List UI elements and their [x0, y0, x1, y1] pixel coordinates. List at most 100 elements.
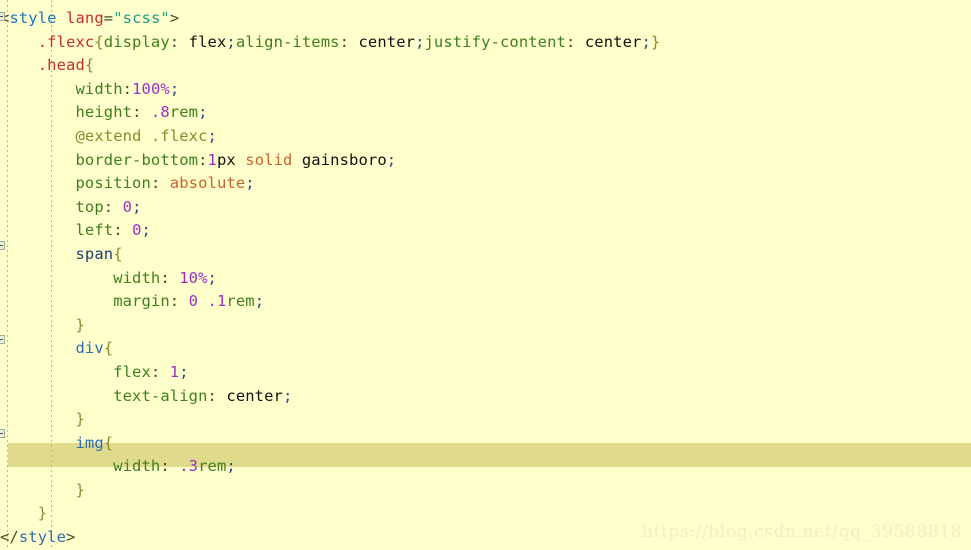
colon: :: [169, 292, 180, 311]
css-selector: .flexc: [37, 32, 95, 51]
brace-close: }: [75, 410, 85, 429]
code-line[interactable]: @extend .flexc;: [0, 125, 660, 149]
colon: :: [160, 457, 170, 476]
code-line[interactable]: flex: 1;: [0, 361, 660, 385]
css-property: justify-content: [424, 32, 566, 51]
element-selector: span: [75, 244, 114, 263]
code-text[interactable]: <style lang="scss"> .flexc{display: flex…: [0, 0, 660, 550]
semicolon: ;: [254, 292, 265, 311]
code-line[interactable]: margin: 0 .1rem;: [0, 290, 660, 314]
code-line[interactable]: }: [0, 502, 660, 526]
css-property: top: [75, 197, 104, 216]
semicolon: ;: [207, 126, 217, 145]
tag-name: style: [18, 528, 67, 547]
code-fold-marker[interactable]: [0, 335, 5, 344]
angle-bracket-close: >: [169, 9, 180, 27]
colon: :: [103, 197, 114, 216]
css-property: height: [75, 103, 133, 122]
unit: %: [198, 268, 208, 287]
numeric-value: 0: [122, 221, 142, 240]
colon: :: [150, 362, 161, 381]
colon: :: [132, 103, 142, 122]
semicolon: ;: [207, 268, 217, 287]
semicolon: ;: [245, 174, 255, 193]
equals-sign: =: [103, 9, 114, 27]
code-line[interactable]: top: 0;: [0, 196, 660, 220]
brace-close: }: [37, 504, 48, 523]
brace-open: {: [113, 244, 123, 263]
code-line[interactable]: left: 0;: [0, 219, 660, 243]
code-line[interactable]: width:100%;: [0, 78, 660, 102]
code-line[interactable]: img{: [0, 432, 660, 456]
code-editor[interactable]: <style lang="scss"> .flexc{display: flex…: [0, 0, 971, 547]
colon: :: [339, 32, 350, 51]
css-property: width: [113, 268, 161, 287]
css-value: center: [575, 32, 642, 51]
unit: rem: [169, 103, 199, 122]
colon: :: [198, 150, 208, 169]
angle-bracket-open: </: [0, 528, 19, 547]
code-line[interactable]: width: 10%;: [0, 267, 660, 291]
css-property: text-align: [113, 386, 208, 405]
code-fold-marker[interactable]: [0, 429, 5, 438]
code-fold-marker[interactable]: [0, 241, 5, 250]
code-line[interactable]: div{: [0, 337, 660, 361]
code-line[interactable]: }: [0, 408, 660, 432]
numeric-value: .1: [198, 292, 227, 311]
numeric-value: .8: [141, 103, 170, 122]
css-property: margin: [113, 292, 170, 311]
code-line[interactable]: width: .3rem;: [0, 455, 660, 479]
brace-close: }: [650, 32, 661, 51]
code-line[interactable]: span{: [0, 243, 660, 267]
code-line[interactable]: position: absolute;: [0, 172, 660, 196]
extend-selector: .flexc: [141, 126, 208, 145]
code-line[interactable]: <style lang="scss">: [0, 7, 660, 31]
brace-open: {: [84, 56, 95, 75]
css-selector: .head: [37, 56, 85, 75]
code-line[interactable]: height: .8rem;: [0, 101, 660, 125]
brace-open: {: [103, 339, 114, 358]
numeric-value: 1: [160, 362, 180, 381]
css-property: width: [113, 457, 161, 476]
code-fold-marker[interactable]: [0, 12, 5, 21]
semicolon: ;: [179, 362, 189, 381]
semicolon: ;: [141, 221, 151, 240]
css-value: center: [216, 386, 283, 405]
semicolon: ;: [198, 103, 208, 122]
code-line[interactable]: .head{: [0, 54, 660, 78]
code-line[interactable]: .flexc{display: flex;align-items: center…: [0, 31, 660, 55]
semicolon: ;: [386, 150, 397, 169]
attribute-name: lang: [66, 9, 104, 27]
brace-close: }: [75, 315, 85, 334]
semicolon: ;: [282, 386, 293, 405]
code-line[interactable]: }: [0, 479, 660, 503]
css-property: display: [103, 32, 170, 51]
css-property: border-bottom: [75, 150, 199, 169]
tag-name: style: [9, 9, 57, 27]
brace-open: {: [103, 433, 114, 452]
css-property: flex: [113, 362, 151, 381]
numeric-value: 100: [132, 79, 161, 98]
element-selector: div: [75, 339, 104, 358]
semicolon: ;: [226, 457, 236, 476]
unit: rem: [226, 292, 255, 311]
at-rule: @extend: [75, 126, 142, 145]
code-line[interactable]: }: [0, 314, 660, 338]
unit: rem: [198, 457, 227, 476]
numeric-value: 0: [179, 292, 199, 311]
code-line[interactable]: </style>: [0, 526, 660, 550]
css-property: width: [75, 79, 123, 98]
numeric-value: 10: [169, 268, 199, 287]
code-line[interactable]: text-align: center;: [0, 385, 660, 409]
css-property: align-items: [235, 32, 340, 51]
semicolon: ;: [226, 32, 236, 51]
numeric-value: 0: [113, 197, 133, 216]
semicolon: ;: [132, 197, 142, 216]
brace-close: }: [75, 480, 85, 499]
brace-open: {: [94, 32, 104, 51]
attribute-value: "scss": [113, 9, 170, 27]
code-line[interactable]: border-bottom:1px solid gainsboro;: [0, 149, 660, 173]
colon: :: [160, 268, 170, 287]
keyword-value: absolute: [160, 174, 246, 193]
css-value: center: [349, 32, 416, 51]
